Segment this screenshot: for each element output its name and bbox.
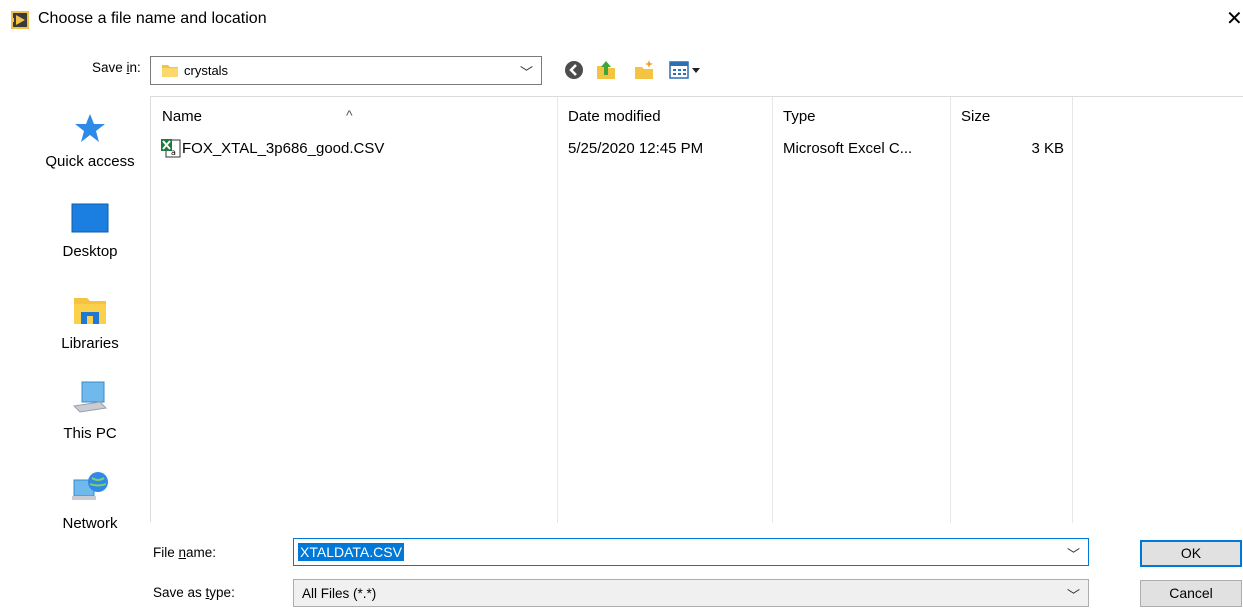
save-in-combo[interactable]: crystals ﹀	[150, 56, 542, 85]
save-in-value: crystals	[184, 63, 229, 78]
place-label: Libraries	[61, 335, 119, 352]
column-header-label: Type	[783, 108, 816, 125]
svg-text:a: a	[171, 148, 176, 157]
star-icon	[75, 114, 105, 142]
ok-button[interactable]: OK	[1140, 540, 1242, 567]
column-divider	[1072, 97, 1073, 523]
place-label: This PC	[63, 425, 117, 442]
file-name-value[interactable]: XTALDATA.CSV	[298, 543, 404, 561]
back-icon[interactable]	[562, 58, 586, 82]
column-header-type[interactable]: Type	[772, 97, 950, 129]
libraries-icon	[74, 298, 106, 324]
place-desktop[interactable]: Desktop	[40, 202, 140, 260]
chevron-down-icon[interactable]: ﹀	[520, 62, 533, 81]
file-name-input[interactable]: XTALDATA.CSV ﹀	[293, 538, 1089, 566]
file-list[interactable]: Name ^ Date modified Type Size a FOX_XTA…	[150, 96, 1243, 523]
place-network[interactable]: Network	[40, 470, 140, 532]
excel-csv-icon: a	[160, 138, 182, 163]
cancel-button[interactable]: Cancel	[1140, 580, 1242, 607]
place-this-pc[interactable]: This PC	[40, 380, 140, 442]
place-libraries[interactable]: Libraries	[40, 292, 140, 352]
save-as-type-value: All Files (*.*)	[302, 586, 377, 601]
sort-ascending-icon: ^	[346, 107, 353, 123]
table-row[interactable]: a FOX_XTAL_3p686_good.CSV 5/25/2020 12:4…	[151, 135, 1072, 161]
computer-icon	[72, 381, 108, 413]
up-folder-icon[interactable]	[594, 58, 618, 82]
chevron-down-icon[interactable]: ﹀	[1067, 544, 1080, 563]
column-header-label: Name	[162, 108, 203, 125]
desktop-icon	[71, 203, 109, 233]
save-as-type-select[interactable]: All Files (*.*) ﹀	[293, 579, 1089, 607]
size-cell: 3 KB	[1031, 140, 1064, 157]
save-in-label: Save in:	[92, 60, 141, 75]
file-name-cell: FOX_XTAL_3p686_good.CSV	[182, 140, 385, 157]
window-title: Choose a file name and location	[38, 10, 267, 27]
date-modified-cell: 5/25/2020 12:45 PM	[568, 140, 704, 157]
column-header-name[interactable]: Name ^	[151, 97, 557, 129]
network-icon	[72, 472, 108, 500]
save-as-type-label: Save as type:	[153, 585, 235, 600]
column-header-label: Size	[961, 108, 991, 125]
title-bar: Choose a file name and location ✕	[0, 0, 1243, 40]
type-cell: Microsoft Excel C...	[783, 140, 913, 157]
close-icon[interactable]: ✕	[1226, 6, 1243, 31]
file-name-label: File name:	[153, 545, 217, 560]
labview-app-icon	[11, 11, 29, 29]
new-folder-icon[interactable]	[632, 58, 656, 82]
view-menu-icon[interactable]	[668, 58, 704, 82]
column-header-size[interactable]: Size	[950, 97, 1072, 129]
column-header-label: Date modified	[568, 108, 661, 125]
place-label: Network	[62, 515, 118, 532]
place-label: Desktop	[62, 243, 118, 260]
place-quick-access[interactable]: Quick access	[40, 112, 140, 170]
chevron-down-icon[interactable]: ﹀	[1067, 585, 1080, 604]
folder-icon	[161, 61, 179, 84]
column-header-date[interactable]: Date modified	[557, 97, 772, 129]
place-label: Quick access	[45, 153, 135, 170]
